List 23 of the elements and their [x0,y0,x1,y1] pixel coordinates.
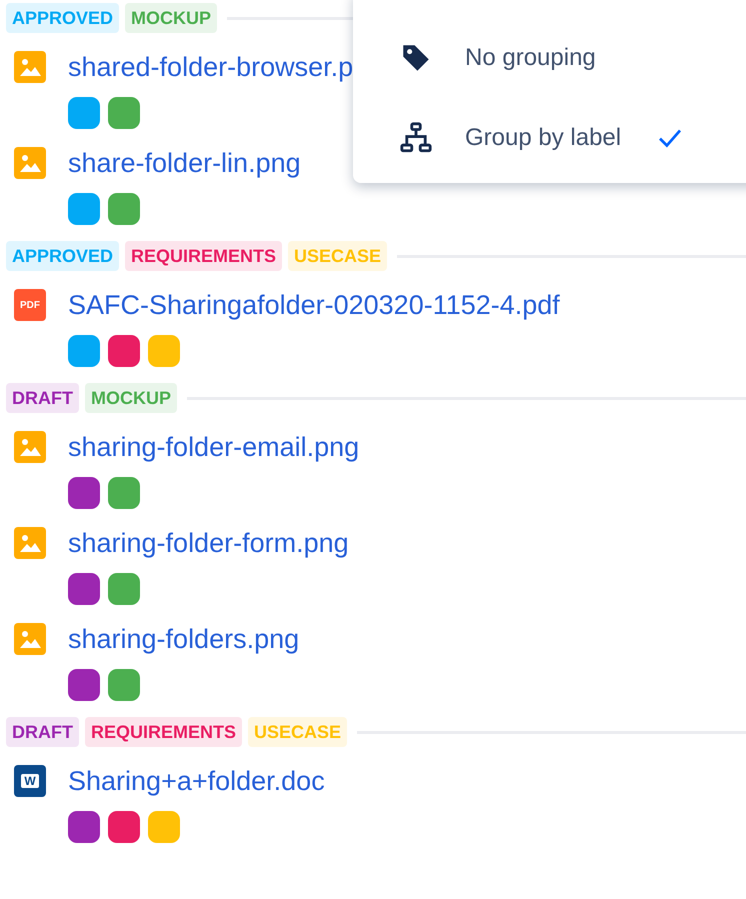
image-file-icon [14,431,46,463]
file-name-link[interactable]: sharing-folder-email.png [68,432,360,462]
menu-item[interactable]: Group by label [353,98,746,178]
pdf-file-icon: PDF [14,289,46,321]
file-name-link[interactable]: SAFC-Sharingafolder-020320-1152-4.pdf [68,290,560,320]
file-name-link[interactable]: sharing-folder-form.png [68,528,349,558]
label-tag[interactable]: DRAFT [6,383,79,413]
image-file-icon [14,51,46,83]
file-name-link[interactable]: share-folder-lin.png [68,148,301,178]
image-file-icon [14,623,46,655]
menu-item[interactable]: No grouping [353,18,746,98]
word-file-icon: W [14,765,46,797]
menu-item-label: No grouping [465,43,596,73]
file-name-link[interactable]: Sharing+a+folder.doc [68,766,325,796]
file-name-link[interactable]: shared-folder-browser.p [68,52,354,82]
menu-item-label: Group by label [465,123,622,153]
hierarchy-icon [399,121,433,155]
label-tag[interactable]: DRAFT [6,717,79,747]
file-name-link[interactable]: sharing-folders.png [68,624,300,654]
label-tag[interactable]: REQUIREMENTS [85,717,242,747]
image-file-icon [14,147,46,179]
label-tag[interactable]: REQUIREMENTS [125,241,282,271]
image-file-icon [14,527,46,559]
